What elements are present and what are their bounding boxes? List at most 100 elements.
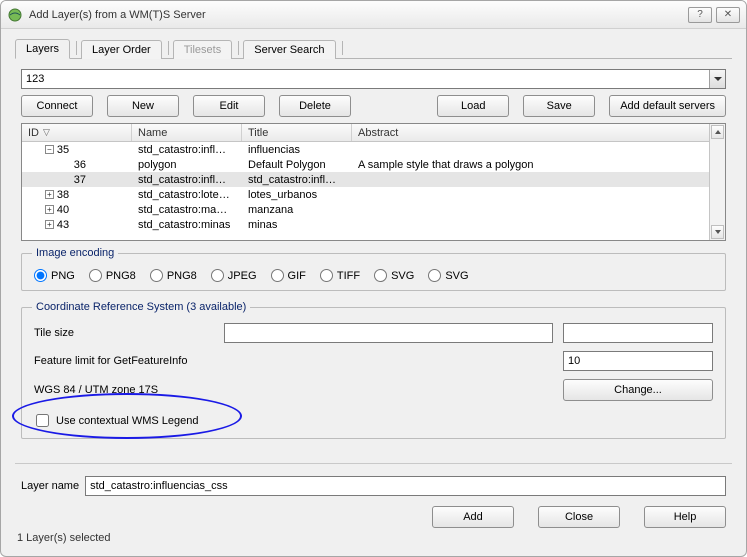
row-name: polygon: [132, 159, 242, 171]
column-header-id[interactable]: ID▽: [22, 124, 132, 141]
encoding-label: PNG8: [167, 270, 197, 282]
encoding-option-png-0[interactable]: PNG: [34, 269, 75, 282]
tab-layers[interactable]: Layers: [15, 39, 70, 59]
connect-button[interactable]: Connect: [21, 95, 93, 117]
tile-size-input-a[interactable]: [224, 323, 553, 343]
encoding-radio[interactable]: [271, 269, 284, 282]
expand-icon[interactable]: +: [45, 220, 54, 229]
row-title: influencias: [242, 144, 352, 156]
server-combobox-input[interactable]: [22, 70, 709, 88]
add-button[interactable]: Add: [432, 506, 514, 528]
layer-name-label: Layer name: [21, 480, 79, 492]
contextual-legend-checkbox[interactable]: [36, 414, 49, 427]
row-id: 38: [57, 189, 69, 201]
column-header-name[interactable]: Name: [132, 124, 242, 141]
crs-group: Coordinate Reference System (3 available…: [21, 301, 726, 439]
row-id: 43: [57, 219, 69, 231]
triangle-down-icon: [715, 230, 721, 234]
tile-size-label: Tile size: [34, 327, 214, 339]
encoding-radio[interactable]: [428, 269, 441, 282]
row-name: std_catastro:lote…: [132, 189, 242, 201]
add-default-servers-button[interactable]: Add default servers: [609, 95, 726, 117]
encoding-radio[interactable]: [34, 269, 47, 282]
delete-button[interactable]: Delete: [279, 95, 351, 117]
encoding-label: SVG: [445, 270, 468, 282]
dialog-window: Add Layer(s) from a WM(T)S Server ? ✕ La…: [0, 0, 747, 557]
encoding-option-gif-4[interactable]: GIF: [271, 269, 306, 282]
row-name: std_catastro:minas: [132, 219, 242, 231]
tile-size-input-b[interactable]: [563, 323, 713, 343]
row-id: 36: [74, 159, 86, 171]
crs-legend: Coordinate Reference System (3 available…: [32, 301, 250, 313]
chevron-down-icon: [714, 77, 722, 81]
change-crs-button[interactable]: Change...: [563, 379, 713, 401]
table-row[interactable]: 36polygonDefault PolygonA sample style t…: [22, 157, 709, 172]
encoding-label: PNG: [51, 270, 75, 282]
table-row[interactable]: +38std_catastro:lote…lotes_urbanos: [22, 187, 709, 202]
collapse-icon[interactable]: −: [45, 145, 54, 154]
encoding-radio[interactable]: [374, 269, 387, 282]
table-row[interactable]: 37 std_catastro:infl…std_catastro:infl…: [22, 172, 709, 187]
feature-limit-input[interactable]: [563, 351, 713, 371]
layer-listview[interactable]: ID▽ Name Title Abstract −35 std_catastro:…: [21, 123, 726, 241]
layer-list-scrollbar[interactable]: [709, 124, 725, 240]
row-title: std_catastro:infl…: [242, 174, 352, 186]
column-header-abstract[interactable]: Abstract: [352, 124, 709, 141]
encoding-option-png8-2[interactable]: PNG8: [150, 269, 197, 282]
layer-list-header: ID▽ Name Title Abstract: [22, 124, 709, 142]
tab-server-search[interactable]: Server Search: [243, 40, 335, 59]
encoding-option-png8-1[interactable]: PNG8: [89, 269, 136, 282]
column-header-title[interactable]: Title: [242, 124, 352, 141]
tab-layer-order[interactable]: Layer Order: [81, 40, 162, 59]
expand-icon[interactable]: +: [45, 190, 54, 199]
encoding-radio[interactable]: [320, 269, 333, 282]
encoding-radio[interactable]: [150, 269, 163, 282]
row-title: manzana: [242, 204, 352, 216]
server-combobox-dropdown-button[interactable]: [709, 70, 725, 88]
close-button[interactable]: Close: [538, 506, 620, 528]
row-abstract: A sample style that draws a polygon: [352, 159, 709, 171]
window-title: Add Layer(s) from a WM(T)S Server: [29, 9, 688, 21]
tab-bar: Layers Layer Order Tilesets Server Searc…: [15, 37, 732, 59]
encoding-radio[interactable]: [89, 269, 102, 282]
layer-name-input[interactable]: [85, 476, 726, 496]
encoding-label: JPEG: [228, 270, 257, 282]
triangle-up-icon: [715, 130, 721, 134]
app-icon: [7, 7, 23, 23]
row-name: std_catastro:infl…: [132, 144, 242, 156]
status-text: 1 Layer(s) selected: [15, 530, 732, 550]
encoding-label: TIFF: [337, 270, 360, 282]
layer-list-body[interactable]: −35std_catastro:infl…influencias 36polyg…: [22, 142, 709, 240]
row-id: 35: [57, 144, 69, 156]
load-button[interactable]: Load: [437, 95, 509, 117]
tab-tilesets: Tilesets: [173, 40, 233, 59]
new-button[interactable]: New: [107, 95, 179, 117]
contextual-legend-label[interactable]: Use contextual WMS Legend: [56, 415, 198, 427]
table-row[interactable]: +43std_catastro:minasminas: [22, 217, 709, 232]
edit-button[interactable]: Edit: [193, 95, 265, 117]
encoding-option-svg-7[interactable]: SVG: [428, 269, 468, 282]
sort-indicator-icon: ▽: [43, 127, 50, 138]
titlebar: Add Layer(s) from a WM(T)S Server ? ✕: [1, 1, 746, 29]
row-name: std_catastro:infl…: [132, 174, 242, 186]
image-encoding-group: Image encoding PNG PNG8 PNG8 JPEG GIF TIFF SVG…: [21, 247, 726, 291]
row-id: 37: [74, 174, 86, 186]
encoding-radio[interactable]: [211, 269, 224, 282]
table-row[interactable]: −35 std_catastro:infl…influencias: [22, 142, 709, 157]
scroll-up-button[interactable]: [711, 125, 724, 139]
table-row[interactable]: +40std_catastro:ma…manzana: [22, 202, 709, 217]
save-button[interactable]: Save: [523, 95, 595, 117]
encoding-option-jpeg-3[interactable]: JPEG: [211, 269, 257, 282]
encoding-option-svg-6[interactable]: SVG: [374, 269, 414, 282]
scroll-track[interactable]: [710, 140, 725, 224]
close-titlebar-button[interactable]: ✕: [716, 7, 740, 23]
scroll-down-button[interactable]: [711, 225, 724, 239]
server-combobox[interactable]: [21, 69, 726, 89]
help-button[interactable]: Help: [644, 506, 726, 528]
row-name: std_catastro:ma…: [132, 204, 242, 216]
help-titlebar-button[interactable]: ?: [688, 7, 712, 23]
image-encoding-legend: Image encoding: [32, 247, 118, 259]
crs-name-label: WGS 84 / UTM zone 17S: [34, 384, 214, 396]
expand-icon[interactable]: +: [45, 205, 54, 214]
encoding-option-tiff-5[interactable]: TIFF: [320, 269, 360, 282]
